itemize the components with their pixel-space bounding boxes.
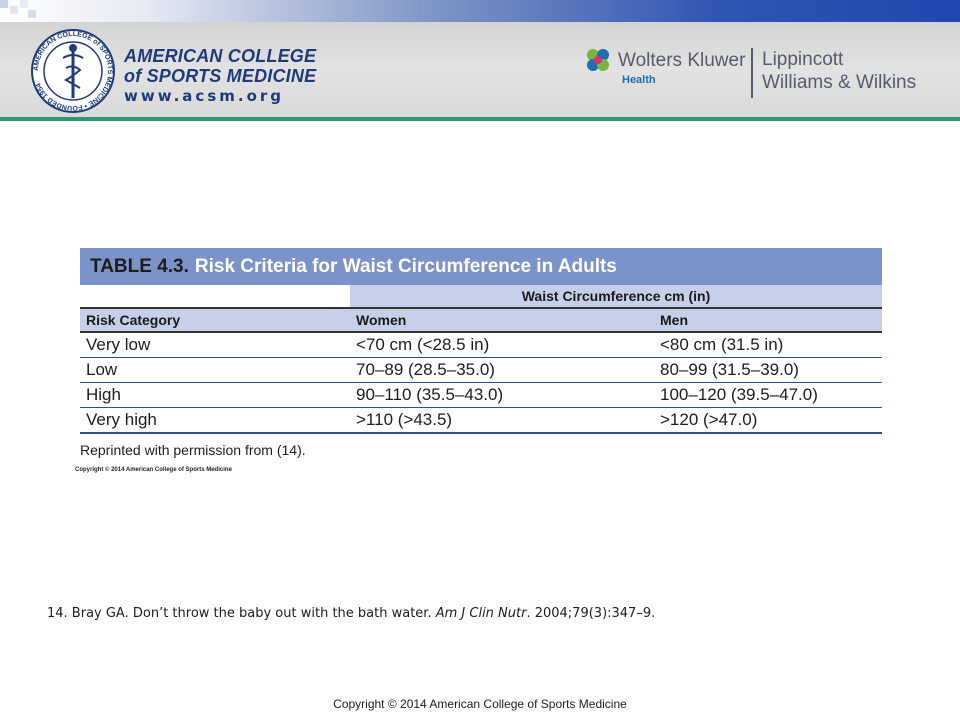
table-label: TABLE 4.3. xyxy=(90,256,189,277)
footer-copyright: Copyright © 2014 American College of Spo… xyxy=(333,697,627,711)
risk-criteria-table-figure: TABLE 4.3. Risk Criteria for Waist Circum… xyxy=(80,248,882,458)
table-row: Low 70–89 (28.5–35.0) 80–99 (31.5–39.0) xyxy=(80,357,882,383)
reference-details: . 2004;79(3):347–9. xyxy=(526,606,656,621)
risk-criteria-table: Waist Circumference cm (in) Risk Categor… xyxy=(80,285,882,434)
column-header-risk-category: Risk Category xyxy=(80,307,350,333)
table-cell-category: Low xyxy=(80,357,350,383)
acsm-wordmark: AMERICAN COLLEGE of SPORTS MEDICINE www.… xyxy=(124,46,316,105)
publisher-divider xyxy=(751,48,753,98)
reprint-note: Reprinted with permission from (14). xyxy=(80,442,306,458)
table-cell-men: 80–99 (31.5–39.0) xyxy=(654,357,882,383)
table-span-header-row: Waist Circumference cm (in) xyxy=(80,285,882,308)
acsm-name-line1: AMERICAN COLLEGE xyxy=(124,46,317,66)
wolters-kluwer-name: Wolters Kluwer xyxy=(618,50,746,71)
acsm-seal-icon: AMERICAN COLLEGE of SPORTS MEDICINE • FO… xyxy=(31,29,115,113)
header-green-rule xyxy=(0,117,960,121)
table-span-header: Waist Circumference cm (in) xyxy=(350,285,882,308)
table-row: High 90–110 (35.5–43.0) 100–120 (39.5–47… xyxy=(80,382,882,408)
acsm-name-line2: of SPORTS MEDICINE xyxy=(124,66,317,86)
table-copyright-note: Copyright © 2014 American College of Spo… xyxy=(75,467,232,473)
column-header-women: Women xyxy=(350,307,654,333)
table-cell-women: <70 cm (<28.5 in) xyxy=(350,332,654,358)
corner-squares-decoration xyxy=(0,0,40,22)
table-cell-men: >120 (>47.0) xyxy=(654,407,882,434)
wolters-kluwer-flower-icon xyxy=(587,49,609,71)
table-cell-category: Very high xyxy=(80,407,350,434)
table-title-bar: TABLE 4.3. Risk Criteria for Waist Circum… xyxy=(80,248,882,285)
table-span-blank xyxy=(80,285,350,308)
lww-name-line2: Williams & Wilkins xyxy=(762,72,917,93)
reference-text: 14. Bray GA. Don’t throw the baby out wi… xyxy=(47,606,432,621)
table-cell-category: Very low xyxy=(80,332,350,358)
table-cell-women: 90–110 (35.5–43.0) xyxy=(350,382,654,408)
column-header-men: Men xyxy=(654,307,882,333)
table-row: Very low <70 cm (<28.5 in) <80 cm (31.5 … xyxy=(80,332,882,358)
wolters-kluwer-health: Health xyxy=(622,74,656,86)
reference-citation: 14. Bray GA. Don’t throw the baby out wi… xyxy=(47,606,655,621)
table-cell-men: 100–120 (39.5–47.0) xyxy=(654,382,882,408)
table-row: Very high >110 (>43.5) >120 (>47.0) xyxy=(80,407,882,434)
table-title-text: Risk Criteria for Waist Circumference in… xyxy=(194,256,617,277)
table-column-header-row: Risk Category Women Men xyxy=(80,307,882,333)
table-cell-women: 70–89 (28.5–35.0) xyxy=(350,357,654,383)
table-cell-category: High xyxy=(80,382,350,408)
acsm-url: www.acsm.org xyxy=(124,87,285,105)
table-cell-women: >110 (>43.5) xyxy=(350,407,654,434)
header-gradient-strip xyxy=(0,0,960,22)
table-cell-men: <80 cm (31.5 in) xyxy=(654,332,882,358)
table-title: TABLE 4.3. Risk Criteria for Waist Circum… xyxy=(90,256,617,278)
lww-name-line1: Lippincott xyxy=(762,49,844,70)
reference-journal: Am J Clin Nutr xyxy=(435,606,527,621)
